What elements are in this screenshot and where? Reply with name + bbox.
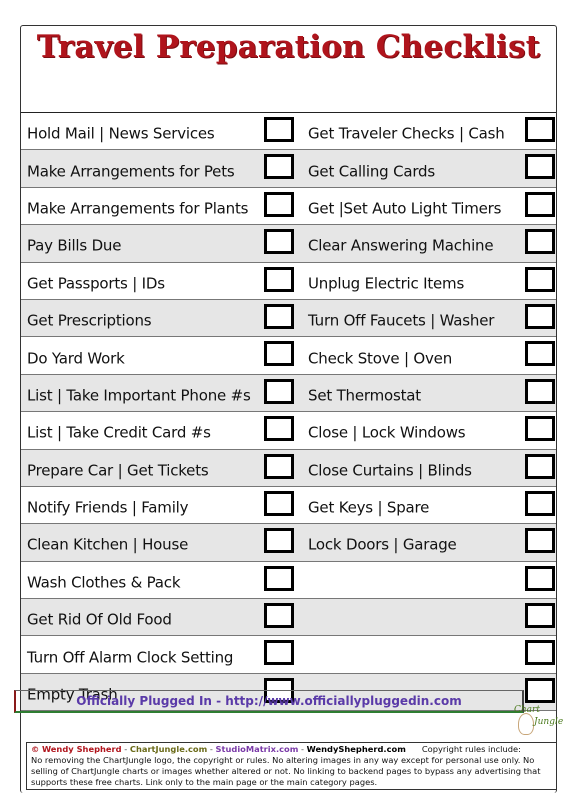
right-item-checkbox[interactable]	[525, 229, 555, 255]
right-item-checkbox[interactable]	[525, 154, 555, 180]
website-link-banner[interactable]: Officially Plugged In - http://www.offic…	[14, 690, 524, 713]
right-item-checkbox[interactable]	[525, 490, 555, 516]
right-item-checkbox[interactable]	[525, 191, 555, 217]
wendyshepherd-link[interactable]: WendyShepherd.com	[307, 744, 406, 754]
left-item-label: List | Take Important Phone #s	[27, 386, 251, 405]
checklist-row: Turn Off Alarm Clock Setting	[21, 636, 556, 674]
checklist-row: List | Take Credit Card #s Close | Lock W…	[21, 412, 556, 450]
checklist-row: Get Rid Of Old Food	[21, 599, 556, 637]
left-item-label: Wash Clothes & Pack	[27, 573, 181, 592]
left-item-label: Hold Mail | News Services	[27, 124, 215, 143]
left-item-checkbox[interactable]	[264, 603, 294, 629]
left-item-label: Notify Friends | Family	[27, 498, 189, 517]
right-item-label: Unplug Electric Items	[308, 274, 465, 293]
credit-line: © Wendy Shepherd - ChartJungle.com - Stu…	[31, 744, 552, 755]
checklist-row: Do Yard Work Check Stove | Oven	[21, 337, 556, 375]
left-item-checkbox[interactable]	[264, 341, 294, 367]
page-title: Travel Preparation Checklist	[36, 29, 541, 65]
right-item-checkbox[interactable]	[525, 303, 555, 329]
left-item-label: Make Arrangements for Plants	[27, 199, 249, 218]
studiomatrix-link[interactable]: StudioMatrix.com	[216, 744, 299, 754]
left-item-label: Clean Kitchen | House	[27, 536, 189, 555]
monkey-icon	[518, 713, 534, 735]
left-item-label: Do Yard Work	[27, 349, 125, 368]
right-item-checkbox[interactable]	[525, 117, 555, 142]
logo-text-jungle: Jungle	[534, 717, 564, 727]
right-item-label: Turn Off Faucets | Washer	[308, 311, 495, 330]
left-item-label: Get Prescriptions	[27, 311, 152, 330]
author-name: Wendy Shepherd	[41, 744, 122, 754]
right-item-checkbox[interactable]	[525, 453, 555, 479]
left-item-checkbox[interactable]	[264, 528, 294, 554]
left-item-label: Turn Off Alarm Clock Setting	[27, 648, 234, 667]
checklist-row: Prepare Car | Get Tickets Close Curtains …	[21, 449, 556, 487]
left-item-checkbox[interactable]	[264, 303, 294, 329]
checklist-row: Make Arrangements for Plants Get |Set Aut…	[21, 188, 556, 226]
left-item-checkbox[interactable]	[264, 229, 294, 255]
right-item-checkbox[interactable]	[525, 416, 555, 442]
right-item-label: Lock Doors | Garage	[308, 536, 457, 555]
right-item-checkbox[interactable]	[525, 528, 555, 554]
checklist-row: Notify Friends | Family Get Keys | Spare	[21, 487, 556, 525]
left-item-checkbox[interactable]	[264, 640, 294, 666]
copyright-footer: © Wendy Shepherd - ChartJungle.com - Stu…	[26, 742, 557, 790]
left-item-label: Prepare Car | Get Tickets	[27, 461, 209, 480]
rules-heading: Copyright rules include:	[421, 744, 521, 754]
checklist-row: Get Prescriptions Turn Off Faucets | Wash…	[21, 299, 556, 338]
left-item-label: Pay Bills Due	[27, 237, 122, 256]
right-item-label: Get Traveler Checks | Cash	[308, 124, 505, 143]
left-item-checkbox[interactable]	[264, 266, 294, 292]
right-item-label: Get Keys | Spare	[308, 498, 430, 517]
checklist-row: Clean Kitchen | House Lock Doors | Garage	[21, 524, 556, 562]
left-item-label: Get Passports | IDs	[27, 274, 165, 293]
left-item-checkbox[interactable]	[264, 565, 294, 591]
checklist-sheet: Travel Preparation Checklist Hold Mail |…	[20, 25, 557, 793]
left-item-label: Get Rid Of Old Food	[27, 610, 172, 629]
checklist-row: List | Take Important Phone #s Set Thermo…	[21, 374, 556, 413]
right-item-checkbox[interactable]	[525, 266, 555, 292]
right-item-checkbox[interactable]	[525, 565, 555, 591]
separator: -	[121, 744, 130, 754]
right-item-label: Check Stove | Oven	[308, 349, 453, 368]
copyright-icon: ©	[31, 744, 40, 754]
right-item-label: Get Calling Cards	[308, 162, 435, 181]
right-item-checkbox[interactable]	[525, 603, 555, 629]
checklist-row: Hold Mail | News Services Get Traveler Ch…	[21, 113, 556, 151]
rules-text: No removing the ChartJungle logo, the co…	[31, 755, 541, 787]
right-item-checkbox[interactable]	[525, 378, 555, 404]
left-item-checkbox[interactable]	[264, 191, 294, 217]
right-item-checkbox[interactable]	[525, 640, 555, 666]
checklist-row: Pay Bills Due Clear Answering Machine	[21, 225, 556, 263]
checklist-row: Get Passports | IDs Unplug Electric Items	[21, 263, 556, 300]
separator: -	[298, 744, 307, 754]
left-item-checkbox[interactable]	[264, 416, 294, 442]
right-item-checkbox[interactable]	[525, 341, 555, 367]
right-item-checkbox[interactable]	[525, 677, 555, 703]
right-item-label: Clear Answering Machine	[308, 237, 494, 256]
right-item-label: Close | Lock Windows	[308, 424, 466, 443]
separator: -	[207, 744, 216, 754]
left-item-checkbox[interactable]	[264, 490, 294, 516]
left-item-checkbox[interactable]	[264, 117, 294, 142]
left-item-checkbox[interactable]	[264, 378, 294, 404]
right-item-label: Get |Set Auto Light Timers	[308, 199, 502, 218]
left-item-checkbox[interactable]	[264, 453, 294, 479]
chartjungle-link[interactable]: ChartJungle.com	[130, 744, 207, 754]
left-item-checkbox[interactable]	[264, 154, 294, 180]
chartjungle-logo: Chart Jungle	[510, 705, 564, 745]
checklist-row: Wash Clothes & Pack	[21, 562, 556, 600]
checklist-table: Hold Mail | News Services Get Traveler Ch…	[21, 112, 556, 712]
right-item-label: Close Curtains | Blinds	[308, 461, 472, 480]
right-item-label: Set Thermostat	[308, 386, 421, 405]
checklist-row: Make Arrangements for Pets Get Calling Ca…	[21, 150, 556, 188]
left-item-label: Make Arrangements for Pets	[27, 162, 235, 181]
left-item-label: List | Take Credit Card #s	[27, 424, 211, 443]
